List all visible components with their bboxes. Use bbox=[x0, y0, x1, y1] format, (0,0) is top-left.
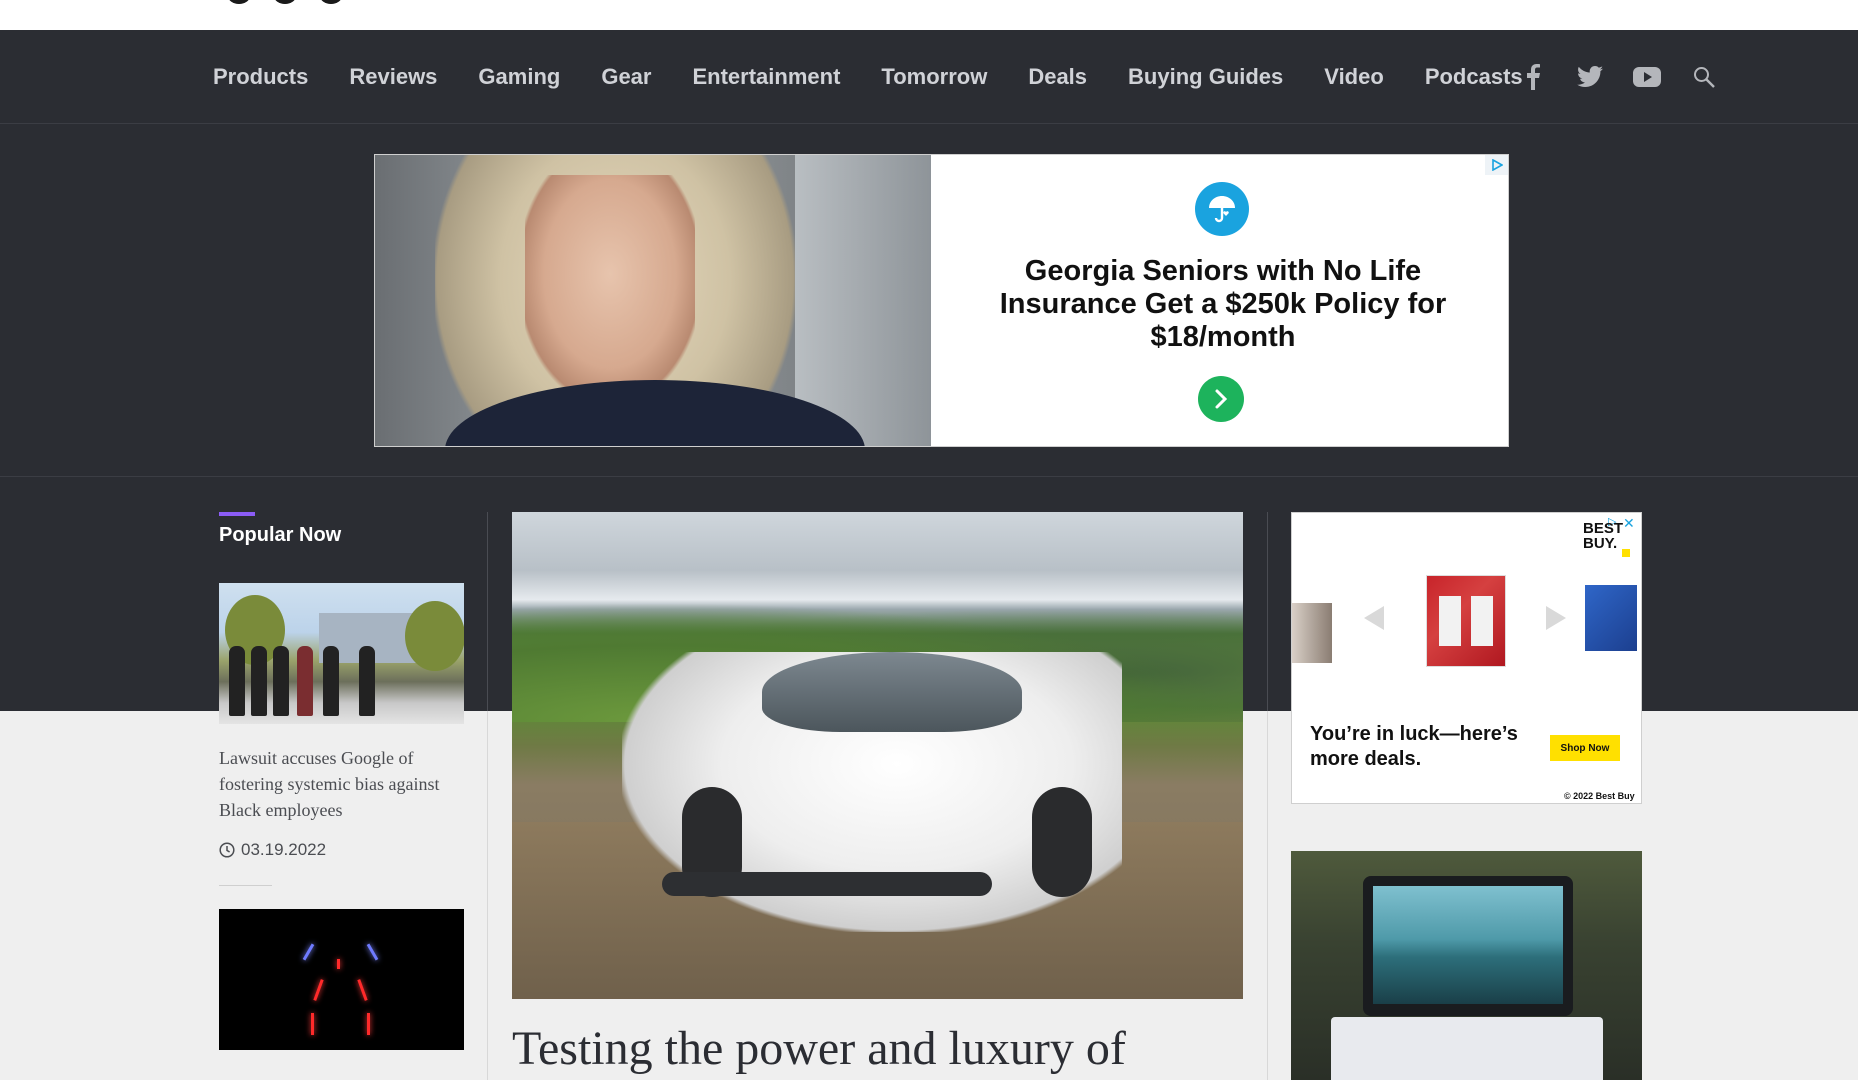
twitter-icon[interactable] bbox=[1575, 62, 1605, 92]
carousel-prev-icon[interactable] bbox=[1364, 606, 1384, 630]
divider bbox=[219, 885, 272, 886]
nav-item-tomorrow[interactable]: Tomorrow bbox=[881, 64, 987, 90]
nav-menu: Products Reviews Gaming Gear Entertainme… bbox=[213, 30, 1564, 124]
hero-image-car[interactable] bbox=[512, 512, 1243, 999]
nav-item-buying-guides[interactable]: Buying Guides bbox=[1128, 64, 1283, 90]
sidebar-ad-bestbuy[interactable]: ▷ ✕ BEST BUY. You’re in luck—here’s more … bbox=[1291, 512, 1642, 804]
clock-icon bbox=[219, 842, 235, 858]
ad-headline: You’re in luck—here’s more deals. bbox=[1310, 723, 1518, 770]
nav-item-deals[interactable]: Deals bbox=[1028, 64, 1087, 90]
article-thumbnail-google[interactable] bbox=[219, 583, 464, 724]
nav-item-reviews[interactable]: Reviews bbox=[349, 64, 437, 90]
product-image[interactable] bbox=[1585, 585, 1637, 651]
article-title-cropped[interactable] bbox=[219, 1072, 467, 1080]
social-icons bbox=[1518, 30, 1746, 124]
nav-item-podcasts[interactable]: Podcasts bbox=[1425, 64, 1523, 90]
top-header-strip bbox=[0, 0, 1858, 30]
banner-ad[interactable]: Georgia Seniors with No Life Insurance G… bbox=[374, 154, 1509, 447]
adchoices-icon[interactable] bbox=[1485, 155, 1508, 175]
popular-now-heading: Popular Now bbox=[219, 524, 342, 546]
umbrella-heart-icon bbox=[1195, 182, 1249, 236]
ad-headline[interactable]: Georgia Seniors with No Life Insurance G… bbox=[963, 255, 1483, 354]
product-image[interactable] bbox=[1292, 603, 1332, 663]
facebook-icon[interactable] bbox=[1518, 62, 1548, 92]
divider bbox=[0, 476, 1858, 477]
nav-item-video[interactable]: Video bbox=[1324, 64, 1384, 90]
nav-item-gaming[interactable]: Gaming bbox=[478, 64, 560, 90]
nav-item-gear[interactable]: Gear bbox=[601, 64, 651, 90]
hero-headline[interactable]: Testing the power and luxury of bbox=[512, 1018, 1272, 1080]
article-date: 03.19.2022 bbox=[219, 840, 326, 860]
shop-now-button[interactable]: Shop Now bbox=[1550, 735, 1620, 761]
carousel-next-icon[interactable] bbox=[1546, 606, 1566, 630]
article-date-text: 03.19.2022 bbox=[241, 840, 327, 859]
ad-copyright: © 2022 Best Buy bbox=[1564, 791, 1635, 801]
search-icon[interactable] bbox=[1689, 62, 1719, 92]
product-image[interactable] bbox=[1426, 575, 1506, 667]
section-accent-bar bbox=[219, 512, 255, 516]
column-divider-left-lower bbox=[487, 711, 488, 1080]
youtube-icon[interactable] bbox=[1632, 62, 1662, 92]
bestbuy-logo: BEST BUY. bbox=[1583, 520, 1624, 552]
article-thumbnail-dark[interactable] bbox=[219, 909, 464, 1050]
article-thumbnail-laptop[interactable] bbox=[1291, 851, 1642, 1080]
bestbuy-tag-icon bbox=[1622, 549, 1630, 557]
nav-item-products[interactable]: Products bbox=[213, 64, 308, 90]
main-nav: Products Reviews Gaming Gear Entertainme… bbox=[0, 30, 1858, 124]
ad-photo-woman bbox=[375, 155, 931, 446]
article-link-title[interactable]: Lawsuit accuses Google of fostering syst… bbox=[219, 745, 467, 823]
site-logo[interactable] bbox=[228, 0, 388, 4]
chevron-right-icon[interactable] bbox=[1198, 376, 1244, 422]
nav-item-entertainment[interactable]: Entertainment bbox=[692, 64, 840, 90]
